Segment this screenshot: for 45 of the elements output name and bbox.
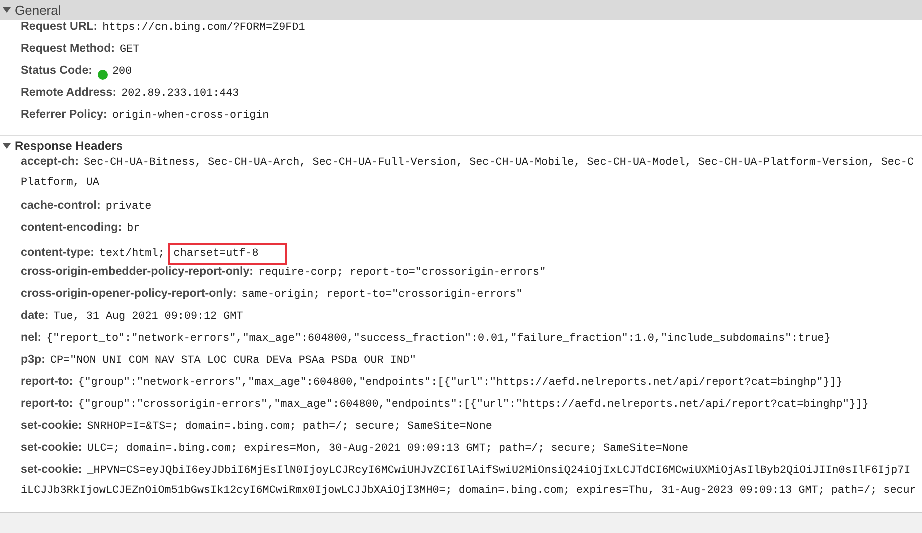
header-value: SNRHOP=I=&TS=; domain=.bing.com; path=/; secure; SameSite=None <box>87 421 492 433</box>
header-value: CP="NON UNI COM NAV STA LOC CURa DEVa PSAa PSDa OUR IND" <box>50 355 416 367</box>
header-value: 202.89.233.101:443 <box>122 88 240 100</box>
header-value: text/html; <box>99 248 165 260</box>
header-name: nel: <box>21 331 42 344</box>
header-name: Status Code: <box>21 64 92 77</box>
header-value: br <box>127 223 140 235</box>
header-value: GET <box>120 44 140 56</box>
header-name: report-to: <box>21 375 74 388</box>
header-value: 200 <box>112 66 132 78</box>
header-name: accept-ch: <box>21 155 79 168</box>
header-value: {"report_to":"network-errors","max_age":604800,"success_fraction":0.01,"failure_fraction":1.0,"include_subdomains":true} <box>46 333 831 345</box>
header-value: origin-when-cross-origin <box>112 110 270 122</box>
header-name: Request URL: <box>21 20 98 33</box>
header-name: p3p: <box>21 353 46 366</box>
header-value: same-origin; report-to="crossorigin-errors" <box>242 289 523 301</box>
header-name: content-encoding: <box>21 221 122 234</box>
header-name: Referrer Policy: <box>21 108 108 121</box>
header-name: cross-origin-opener-policy-report-only: <box>21 287 237 300</box>
header-value: _HPVN=CS=eyJQbiI6eyJDbiI6MjEsIlN0IjoyLCJRcyI6MCwiUHJvZCI6IlAifSwiU2MiOnsiQ24iOjIxLCJTdCI6MCwiUXMiOjAsIlByb2QiOiJIIn0sIlF6Ijp7I <box>87 465 911 477</box>
header-name: Request Method: <box>21 42 116 55</box>
section-header[interactable]: General <box>0 0 922 20</box>
header-value: private <box>106 201 152 213</box>
header-name: set-cookie: <box>21 419 82 432</box>
header-value: Sec-CH-UA-Bitness, Sec-CH-UA-Arch, Sec-CH-UA-Full-Version, Sec-CH-UA-Mobile, Sec-CH-UA-Model, Sec-CH-UA-Platform-Version, Sec-C <box>84 157 914 169</box>
header-name: cross-origin-embedder-policy-report-only: <box>21 265 254 278</box>
header-name: set-cookie: <box>21 441 82 454</box>
header-name: date: <box>21 309 49 322</box>
section-title: Response Headers <box>15 138 124 152</box>
header-name: report-to: <box>21 397 74 410</box>
section-title: General <box>15 2 62 18</box>
header-name: content-type: <box>21 246 94 259</box>
header-name: set-cookie: <box>21 463 82 476</box>
header-value: Platform, UA <box>21 177 100 189</box>
section-header[interactable]: Response Headers <box>0 135 922 155</box>
header-value: {"group":"network-errors","max_age":604800,"endpoints":[{"url":"https://aefd.nelreports.net/api/report?cat=binghp"}]} <box>78 377 843 389</box>
header-value: require-corp; report-to="crossorigin-errors" <box>258 267 546 279</box>
header-value: iLCJJb3RkIjowLCJEZnOiOm51bGwsIk12cyI6MCwiRmx0IjowLCJJbXAiOjI3MH0=; domain=.bing.com; expires=Thu, 31-Aug-2023 09:09:13 GMT; path=/; secur <box>21 485 916 497</box>
header-name: cache-control: <box>21 199 101 212</box>
header-value: https://cn.bing.com/?FORM=Z9FD1 <box>102 22 306 34</box>
header-name: Remote Address: <box>21 86 117 99</box>
header-value: {"group":"crossorigin-errors","max_age":604800,"endpoints":[{"url":"https://aefd.nelreports.net/api/report?cat=binghp"}]} <box>78 399 869 411</box>
header-value: Tue, 31 Aug 2021 09:09:12 GMT <box>54 311 244 323</box>
header-value: ULC=; domain=.bing.com; expires=Mon, 30-Aug-2021 09:09:13 GMT; path=/; secure; SameSite=None <box>87 443 688 455</box>
highlighted-value: charset=utf-8 <box>168 243 287 265</box>
